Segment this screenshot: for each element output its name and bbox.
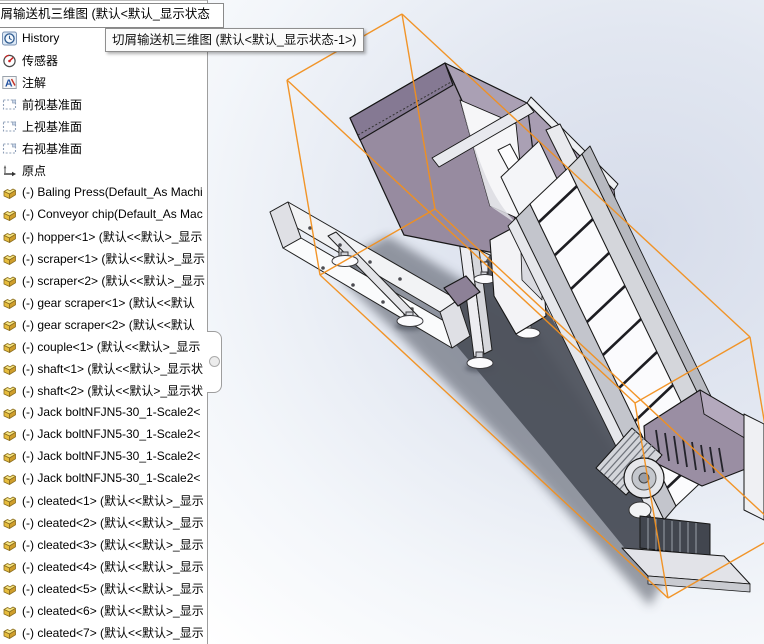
solidworks-window: History 传感器 A 注解 前视基准面 上视基准面 右视基准面 原点 (-…	[0, 0, 764, 644]
part-icon	[2, 581, 17, 596]
tree-item[interactable]: (-) scraper<1> (默认<<默认>_显示	[0, 247, 207, 269]
feature-manager-tree: History 传感器 A 注解 前视基准面 上视基准面 右视基准面 原点 (-…	[0, 0, 208, 644]
part-icon	[2, 185, 17, 200]
origin-icon	[2, 163, 17, 178]
tree-item[interactable]: 传感器	[0, 49, 207, 71]
tree-item[interactable]: (-) Jack boltNFJN5-30_1-Scale2<	[0, 467, 207, 489]
tree-item[interactable]: (-) cleated<6> (默认<<默认>_显示	[0, 599, 207, 621]
part-icon	[2, 295, 17, 310]
tree-item[interactable]: (-) couple<1> (默认<<默认>_显示	[0, 335, 207, 357]
graphics-viewport[interactable]	[208, 0, 764, 644]
tree-item[interactable]: (-) shaft<1> (默认<<默认>_显示状	[0, 357, 207, 379]
part-icon	[2, 603, 17, 618]
tree-item[interactable]: (-) cleated<3> (默认<<默认>_显示	[0, 533, 207, 555]
tree-root-item[interactable]: 切屑输送机三维图 (默认<默认_显示状态	[0, 3, 224, 28]
part-icon	[2, 405, 17, 420]
tree-item[interactable]: 前视基准面	[0, 93, 207, 115]
tree-item[interactable]: (-) Jack boltNFJN5-30_1-Scale2<	[0, 401, 207, 423]
panel-top-edge	[0, 0, 207, 1]
tree-item[interactable]: (-) cleated<4> (默认<<默认>_显示	[0, 555, 207, 577]
splitter-dot-icon	[209, 356, 220, 367]
part-icon	[2, 229, 17, 244]
annotation-icon: A	[2, 75, 17, 90]
plane-icon	[2, 141, 17, 156]
part-icon	[2, 251, 17, 266]
part-icon	[2, 559, 17, 574]
tree-item[interactable]: (-) cleated<5> (默认<<默认>_显示	[0, 577, 207, 599]
tree-item[interactable]: (-) shaft<2> (默认<<默认>_显示状	[0, 379, 207, 401]
part-icon	[2, 471, 17, 486]
part-icon	[2, 625, 17, 640]
part-icon	[2, 537, 17, 552]
tree-item[interactable]: (-) cleated<2> (默认<<默认>_显示	[0, 511, 207, 533]
tree-item[interactable]: (-) Baling Press(Default_As Machi	[0, 181, 207, 203]
tree-item[interactable]: 上视基准面	[0, 115, 207, 137]
panel-splitter-handle[interactable]	[207, 331, 222, 393]
history-icon	[2, 31, 17, 46]
tree-item[interactable]: 原点	[0, 159, 207, 181]
part-icon	[2, 449, 17, 464]
tree-item[interactable]: (-) gear scraper<1> (默认<<默认	[0, 291, 207, 313]
part-icon	[2, 383, 17, 398]
tree-rows: History 传感器 A 注解 前视基准面 上视基准面 右视基准面 原点 (-…	[0, 27, 207, 643]
part-icon	[2, 515, 17, 530]
part-icon	[2, 207, 17, 222]
tree-item[interactable]: (-) Conveyor chip(Default_As Mac	[0, 203, 207, 225]
plane-icon	[2, 97, 17, 112]
tree-item[interactable]: (-) cleated<1> (默认<<默认>_显示	[0, 489, 207, 511]
tree-item[interactable]: (-) cleated<7> (默认<<默认>_显示	[0, 621, 207, 643]
part-icon	[2, 493, 17, 508]
tree-item[interactable]: 右视基准面	[0, 137, 207, 159]
plane-icon	[2, 119, 17, 134]
part-icon	[2, 427, 17, 442]
tree-item[interactable]: (-) Jack boltNFJN5-30_1-Scale2<	[0, 445, 207, 467]
part-icon	[2, 339, 17, 354]
model-canvas	[269, 13, 764, 606]
tooltip: 切屑输送机三维图 (默认<默认_显示状态-1>)	[105, 28, 365, 52]
part-icon	[2, 361, 17, 376]
part-icon	[2, 317, 17, 332]
sensor-icon	[2, 53, 17, 68]
part-icon	[2, 273, 17, 288]
tree-item[interactable]: A 注解	[0, 71, 207, 93]
tree-item[interactable]: (-) hopper<1> (默认<<默认>_显示	[0, 225, 207, 247]
tree-item[interactable]: (-) gear scraper<2> (默认<<默认	[0, 313, 207, 335]
tree-item[interactable]: (-) scraper<2> (默认<<默认>_显示	[0, 269, 207, 291]
tree-item[interactable]: (-) Jack boltNFJN5-30_1-Scale2<	[0, 423, 207, 445]
